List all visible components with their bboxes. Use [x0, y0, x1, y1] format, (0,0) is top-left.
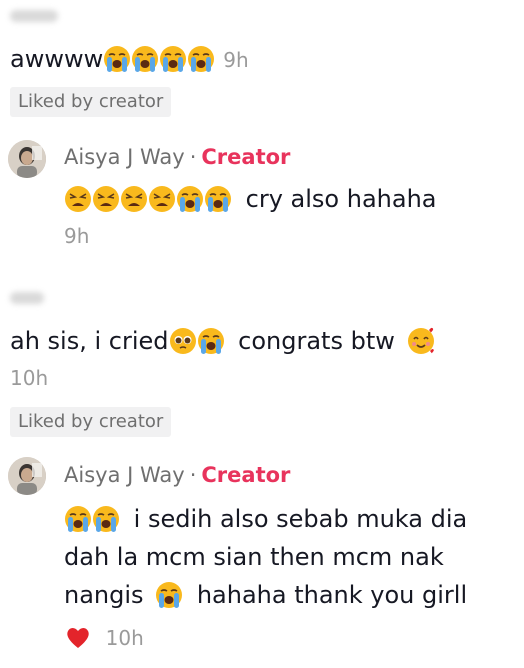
comment-1-time: 9h — [223, 48, 249, 72]
reply-1-time: 9h — [64, 224, 90, 248]
comment-1-text: awwww — [10, 45, 104, 73]
smiling-face-with-hearts-icon — [407, 327, 434, 354]
weary-face-icon — [121, 186, 147, 212]
reply-2-line-1: i sedih also sebab muka dia — [64, 500, 467, 538]
comment-2: ah sis, i cried congrats btw — [10, 326, 435, 356]
reply-1-message: cry also hahaha — [245, 185, 437, 213]
comment-1: awwww 9h — [10, 44, 249, 75]
loudly-crying-face-icon — [93, 506, 119, 532]
reply-2-line-3: nangis hahaha thank you girll — [64, 576, 467, 614]
loudly-crying-face-icon — [205, 186, 231, 212]
loudly-crying-face-icon — [188, 46, 215, 72]
comment-2-text-part1: ah sis, i cried — [10, 327, 169, 355]
reply-author[interactable]: Aisya J Way — [64, 145, 185, 169]
reply-2-line-3-part2: hahaha thank you girll — [196, 581, 468, 609]
loudly-crying-face-icon — [156, 582, 183, 608]
loudly-crying-face-icon — [160, 46, 187, 72]
separator-dot: · — [189, 463, 197, 487]
reply-2-line-3-part1: nangis — [64, 581, 144, 609]
blurred-username[interactable] — [10, 10, 58, 22]
blurred-username[interactable] — [10, 292, 44, 304]
separator-dot: · — [189, 145, 197, 169]
weary-face-icon — [65, 186, 91, 212]
liked-by-creator-badge: Liked by creator — [10, 87, 172, 117]
reply-author[interactable]: Aisya J Way — [64, 463, 185, 487]
creator-label: Creator — [201, 145, 291, 169]
avatar-image — [8, 457, 46, 495]
avatar-image — [8, 140, 46, 178]
reply-1-text: cry also hahaha — [64, 180, 436, 218]
weary-face-icon — [149, 186, 175, 212]
avatar[interactable] — [8, 140, 46, 178]
reply-2-line-4: 10h — [64, 618, 144, 657]
comments-page: awwww 9h Liked by creator Aisya J Way · Cre… — [0, 0, 524, 668]
reply-2-line-2: dah la mcm sian then mcm nak — [64, 543, 444, 571]
red-heart-icon — [67, 628, 89, 648]
comment-2-time: 10h — [10, 366, 49, 390]
liked-by-creator-badge: Liked by creator — [10, 407, 172, 437]
reply-2-header: Aisya J Way · Creator — [64, 463, 290, 487]
loudly-crying-face-icon — [197, 328, 224, 354]
loudly-crying-face-icon — [177, 186, 203, 212]
loudly-crying-face-icon — [132, 46, 159, 72]
creator-label: Creator — [201, 463, 291, 487]
comment-2-text-part2: congrats btw — [238, 327, 395, 355]
reply-2-time: 10h — [105, 626, 144, 650]
avatar[interactable] — [8, 457, 46, 495]
reply-1-header: Aisya J Way · Creator — [64, 145, 290, 169]
weary-face-icon — [93, 186, 119, 212]
loudly-crying-face-icon — [65, 506, 91, 532]
loudly-crying-face-icon — [104, 46, 131, 72]
reply-2-line-1-text: i sedih also sebab muka dia — [133, 505, 468, 533]
pleading-face-icon — [169, 328, 196, 354]
